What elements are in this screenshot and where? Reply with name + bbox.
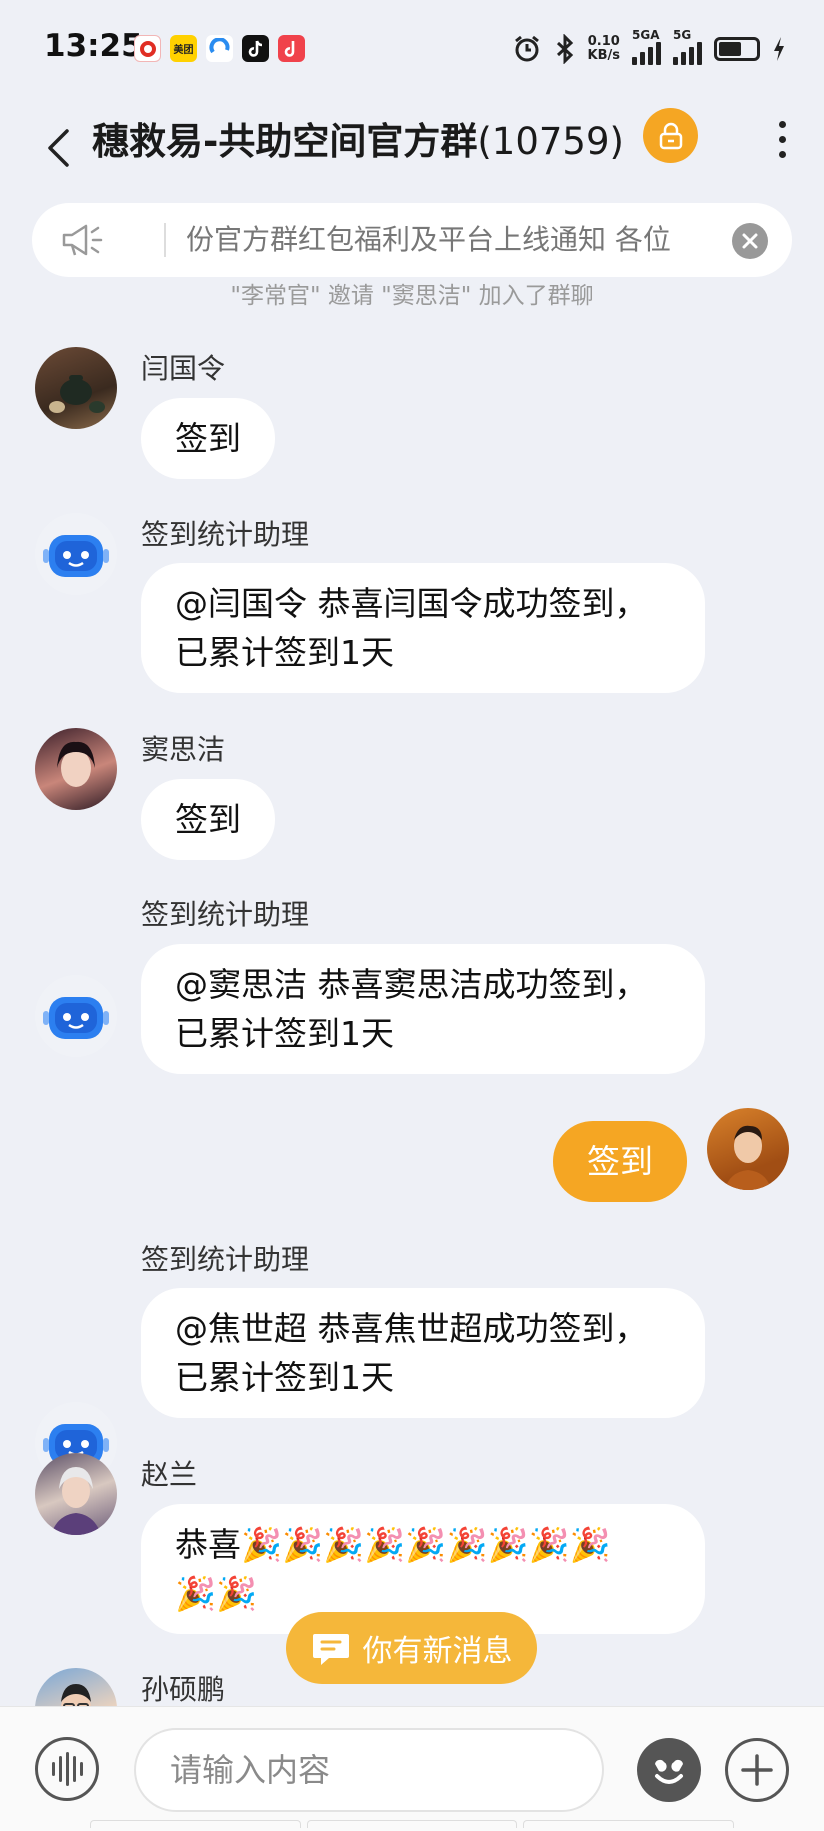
sender-name: 赵兰 xyxy=(141,1458,198,1491)
more-dot-icon xyxy=(778,120,786,128)
message-text-line: 已累计签到1天 xyxy=(175,1014,394,1053)
member-count: (10759) xyxy=(477,120,624,163)
input-bar xyxy=(0,1706,824,1831)
plus-icon xyxy=(741,1754,773,1786)
charging-icon xyxy=(774,36,784,61)
sim2-label: 5G xyxy=(673,28,692,42)
robot-icon xyxy=(43,535,109,577)
announcement-bar[interactable]: 份官方群红包福利及平台上线通知 各位 xyxy=(32,203,792,277)
sender-name: 签到统计助理 xyxy=(141,518,310,551)
bottom-panel-hint xyxy=(90,1820,735,1828)
browser-icon xyxy=(206,35,233,62)
message-text-line: @焦世超 恭喜焦世超成功签到， xyxy=(175,1309,648,1348)
message-text-line: 🎉🎉 xyxy=(175,1574,258,1613)
message-text-line: 恭喜🎉🎉🎉🎉🎉🎉🎉🎉🎉 xyxy=(175,1525,611,1564)
sim1-signal: 5GA xyxy=(632,28,661,65)
more-dot-icon xyxy=(778,150,786,158)
pinduoduo-icon xyxy=(134,35,161,62)
add-attachment-button[interactable] xyxy=(725,1738,789,1802)
message-text-line: 已累计签到1天 xyxy=(175,633,394,672)
status-indicators: 0.10 KB/s 5GA 5G xyxy=(512,28,786,65)
emoji-button[interactable] xyxy=(637,1738,701,1802)
bot-avatar[interactable] xyxy=(35,513,117,595)
douyin-icon xyxy=(242,35,269,62)
clock: 13:25 xyxy=(44,28,143,64)
message-text-line: 已累计签到1天 xyxy=(175,1358,394,1397)
sender-name: 签到统计助理 xyxy=(141,898,310,931)
message-text-line: @窦思洁 恭喜窦思洁成功签到， xyxy=(175,965,648,1004)
message-input-box[interactable] xyxy=(134,1728,604,1812)
my-avatar[interactable] xyxy=(707,1108,789,1190)
system-notice: "李常官" 邀请 "窦思洁" 加入了群聊 xyxy=(230,283,594,309)
message-text: 签到 xyxy=(175,800,241,839)
sim2-signal: 5G xyxy=(673,28,702,65)
status-bar: 13:25 美团 0.10 KB/s 5GA 5G xyxy=(0,0,824,100)
portrait-photo-icon xyxy=(725,1125,771,1190)
announcement-text: 份官方群红包福利及平台上线通知 各位 xyxy=(186,223,671,256)
message-bubble[interactable]: @焦世超 恭喜焦世超成功签到， 已累计签到1天 xyxy=(141,1288,705,1418)
network-speed-unit: KB/s xyxy=(587,47,620,63)
notification-app-icons: 美团 xyxy=(134,35,305,62)
group-title: 穗救易-共助空间官方群(10759) xyxy=(92,112,624,172)
announcement-divider xyxy=(164,223,166,257)
voice-wave-icon xyxy=(51,1762,55,1776)
message-text-line: @闫国令 恭喜闫国令成功签到， xyxy=(175,584,648,623)
message-icon xyxy=(312,1634,349,1665)
robot-icon xyxy=(43,997,109,1039)
more-dot-icon xyxy=(778,135,786,143)
chat-header: 穗救易-共助空间官方群(10759) xyxy=(0,100,824,210)
meituan-icon: 美团 xyxy=(170,35,197,62)
group-name: 穗救易-共助空间官方群 xyxy=(92,120,478,163)
message-bubble[interactable]: @闫国令 恭喜闫国令成功签到， 已累计签到1天 xyxy=(141,563,705,693)
portrait-photo-icon xyxy=(57,741,95,787)
my-message-bubble[interactable]: 签到 xyxy=(553,1121,687,1202)
sim1-label: 5GA xyxy=(632,28,660,42)
emoji-icon xyxy=(655,1759,683,1784)
network-speed: 0.10 KB/s xyxy=(587,33,620,63)
bot-avatar[interactable] xyxy=(35,975,117,1057)
new-message-label: 你有新消息 xyxy=(362,1634,513,1669)
sender-name: 闫国令 xyxy=(141,352,226,385)
alarm-icon xyxy=(514,35,539,61)
message-bubble[interactable]: @窦思洁 恭喜窦思洁成功签到， 已累计签到1天 xyxy=(141,944,705,1074)
message-text: 签到 xyxy=(175,419,241,458)
network-speed-value: 0.10 xyxy=(587,33,620,49)
message-bubble[interactable]: 签到 xyxy=(141,398,275,479)
battery-icon xyxy=(714,36,760,61)
lock-icon xyxy=(659,122,682,149)
avatar[interactable] xyxy=(35,347,117,429)
voice-input-button[interactable] xyxy=(35,1737,99,1801)
chevron-left-icon xyxy=(48,129,69,167)
message-bubble[interactable]: 签到 xyxy=(141,779,275,860)
message-text: 签到 xyxy=(587,1142,653,1181)
sender-name: 窦思洁 xyxy=(141,733,226,766)
douyin-lite-icon xyxy=(278,35,305,62)
sender-name: 孙硕鹏 xyxy=(141,1673,226,1706)
sender-name: 签到统计助理 xyxy=(141,1243,310,1276)
avatar[interactable] xyxy=(35,728,117,810)
announcement-close-button[interactable] xyxy=(732,223,768,259)
back-button[interactable] xyxy=(36,118,80,178)
lock-button[interactable] xyxy=(643,108,698,163)
teapot-photo-icon xyxy=(49,375,105,413)
close-icon xyxy=(742,233,758,249)
new-message-button[interactable]: 你有新消息 xyxy=(286,1612,537,1684)
avatar[interactable] xyxy=(35,1453,117,1535)
message-input[interactable] xyxy=(136,1730,602,1810)
portrait-photo-icon xyxy=(51,1467,101,1535)
megaphone-icon xyxy=(62,224,103,256)
more-options-button[interactable] xyxy=(762,114,802,164)
bluetooth-icon xyxy=(556,33,573,64)
